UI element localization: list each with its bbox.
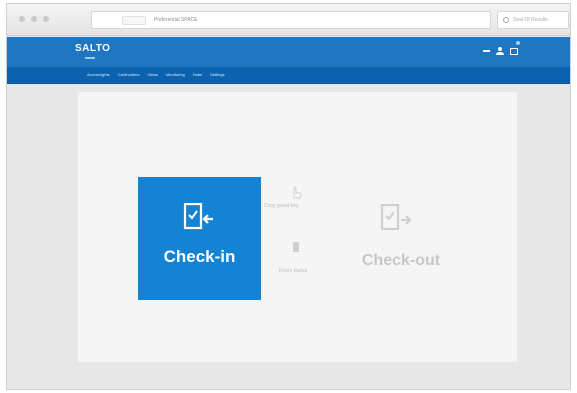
notification-badge	[516, 41, 520, 45]
search-placeholder: Seal Of Results	[513, 17, 548, 23]
window-maximize-button[interactable]	[43, 16, 49, 22]
window-minimize-button[interactable]	[31, 16, 37, 22]
room-icon	[293, 242, 299, 252]
copy-guest-key-button[interactable]: Copy guest key	[264, 203, 304, 210]
menu-item-hotel[interactable]: Hotel	[193, 72, 202, 77]
menu-item-monitoring[interactable]: Monitoring	[166, 72, 185, 77]
check-in-icon	[183, 203, 213, 230]
check-out-icon	[380, 204, 412, 231]
address-text: Preferential SPACE	[154, 17, 198, 23]
window-close-button[interactable]	[19, 16, 25, 22]
main-content: Check-in Copy guest key Room status Chec…	[78, 92, 517, 362]
main-menu: Accessrights Cardholders Views Monitoring Ho…	[7, 67, 570, 84]
check-in-label: Check-in	[163, 247, 236, 266]
address-bar[interactable]: Preferential SPACE	[91, 11, 491, 29]
check-out-button[interactable]: Check-out	[346, 204, 456, 284]
screen-icon[interactable]	[510, 47, 518, 55]
check-in-button[interactable]: Check-in	[138, 177, 261, 300]
room-status-button[interactable]: Room status	[279, 268, 339, 275]
minus-icon[interactable]	[483, 50, 490, 52]
secure-icon	[122, 16, 146, 25]
menu-item-cardholders[interactable]: Cardholders	[118, 72, 140, 77]
menu-items: Accessrights Cardholders Views Monitoring Ho…	[87, 72, 225, 77]
menu-item-views[interactable]: Views	[147, 72, 158, 77]
app-header: SALTO	[7, 37, 570, 67]
search-icon	[503, 17, 509, 23]
menu-item-accessrights[interactable]: Accessrights	[87, 72, 110, 77]
user-icon[interactable]	[496, 47, 504, 55]
menu-item-settings[interactable]: Settings	[210, 72, 224, 77]
salto-logo[interactable]: SALTO	[75, 43, 110, 54]
browser-window: Preferential SPACE Seal Of Results SALTO…	[6, 3, 571, 390]
check-out-label: Check-out	[361, 252, 441, 269]
logo-underline	[85, 57, 95, 59]
browser-titlebar: Preferential SPACE Seal Of Results	[7, 4, 570, 36]
browser-search-input[interactable]: Seal Of Results	[497, 11, 569, 29]
hand-icon	[293, 186, 302, 199]
header-actions	[483, 47, 518, 55]
